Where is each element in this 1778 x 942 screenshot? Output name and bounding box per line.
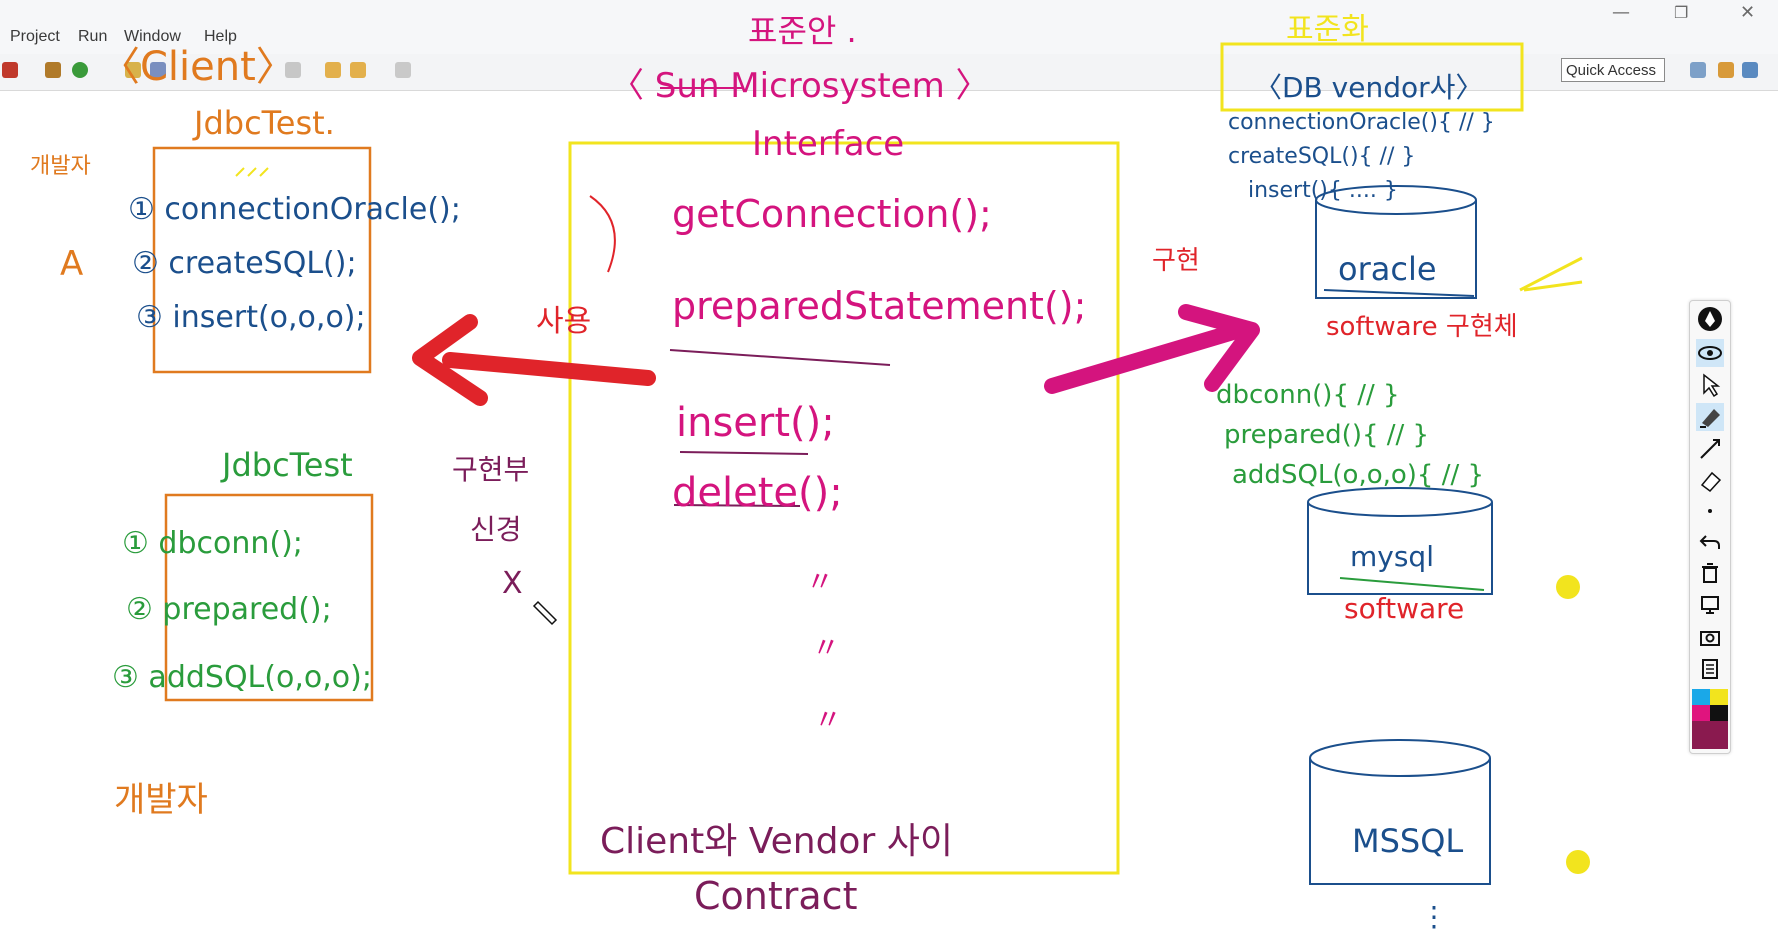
red-arrow	[442, 352, 656, 386]
vendor2-method-3: addSQL(o,o,o){ // }	[1232, 460, 1485, 490]
x-mark: X	[502, 566, 523, 601]
client2-method-1: ① dbconn();	[122, 526, 303, 561]
ditto-mark-2: 〃	[812, 631, 841, 664]
pencil-cursor-icon	[532, 600, 558, 626]
vendor2-method-1: dbconn(){ // }	[1216, 380, 1400, 410]
client2-method-3: ③ addSQL(o,o,o);	[112, 660, 372, 695]
developer-label-1: 개발자	[30, 154, 91, 179]
interface-method-delete: delete();	[672, 470, 843, 516]
contract-label: Contract	[694, 874, 858, 918]
vendor-method-3: insert(){ .... }	[1248, 178, 1398, 203]
line-icon[interactable]	[1696, 435, 1724, 463]
eraser-icon[interactable]	[1696, 467, 1724, 495]
developer-label-2: 개발자	[114, 780, 208, 820]
mssql-db-icon	[1309, 739, 1491, 885]
undo-icon[interactable]	[1696, 527, 1724, 555]
interface-method-getconnection: getConnection();	[672, 192, 992, 236]
yellow-dot-2	[1566, 850, 1590, 874]
color-cyan[interactable]	[1692, 689, 1710, 705]
color-black[interactable]	[1710, 705, 1728, 721]
use-label: 사용	[536, 304, 592, 339]
interface-method-preparedstatement: preparedStatement();	[672, 284, 1087, 328]
change-label: 신경	[470, 513, 522, 546]
yellow-dot-1	[1556, 575, 1580, 599]
software-label: software	[1344, 592, 1465, 625]
software-impl-label: software 구현체	[1326, 312, 1518, 342]
color-current[interactable]	[1692, 721, 1728, 749]
interface-method-insert: insert();	[676, 400, 835, 446]
standard-right-label: 표준화	[1286, 12, 1369, 47]
trash-icon[interactable]	[1696, 559, 1724, 587]
client-method-1: ① connectionOracle();	[128, 192, 461, 227]
notes-icon[interactable]	[1696, 655, 1724, 683]
select-icon[interactable]	[1696, 371, 1724, 399]
client-method-3: ③ insert(o,o,o);	[136, 300, 366, 335]
ditto-mark-3: 〃	[814, 703, 843, 736]
oracle-label: oracle	[1338, 250, 1437, 288]
ditto-mark-1: 〃	[806, 565, 835, 598]
impl-label: 구현부	[452, 453, 530, 486]
sun-microsystem-label: 〈 Sun Microsystem 〉	[610, 66, 990, 106]
jdbctest-label-2: JdbcTest	[222, 446, 353, 484]
db-vendor-label: 〈DB vendor사〉	[1254, 71, 1484, 104]
pen-icon[interactable]	[1696, 305, 1724, 333]
color-yellow[interactable]	[1710, 689, 1728, 705]
mysql-label: mysql	[1350, 540, 1434, 573]
jdbctest-label-1: JdbcTest.	[194, 104, 335, 142]
more-dots: ⋮	[1420, 900, 1448, 933]
client-method-2: ② createSQL();	[132, 246, 357, 281]
screen-icon[interactable]	[1696, 591, 1724, 619]
dot-icon[interactable]	[1696, 497, 1724, 525]
eye-icon[interactable]	[1696, 339, 1724, 367]
contract-description: Client와 Vendor 사이	[600, 821, 953, 862]
pen-toolbar	[1689, 300, 1731, 754]
client2-method-2: ② prepared();	[126, 592, 332, 627]
interface-box	[568, 141, 1120, 875]
vendor-method-1: connectionOracle(){ // }	[1228, 110, 1495, 135]
implement-label: 구현	[1152, 246, 1200, 276]
mssql-label: MSSQL	[1352, 822, 1464, 860]
standard-title: 표준안 .	[748, 12, 857, 50]
interface-label: Interface	[752, 124, 905, 164]
highlighter-icon[interactable]	[1696, 403, 1724, 431]
color-magenta[interactable]	[1692, 705, 1710, 721]
label-a: A	[60, 244, 84, 284]
camera-icon[interactable]	[1696, 623, 1724, 651]
client-label: 〈Client〉	[100, 44, 296, 90]
vendor-method-2: createSQL(){ // }	[1228, 144, 1416, 169]
vendor2-method-2: prepared(){ // }	[1224, 420, 1430, 450]
